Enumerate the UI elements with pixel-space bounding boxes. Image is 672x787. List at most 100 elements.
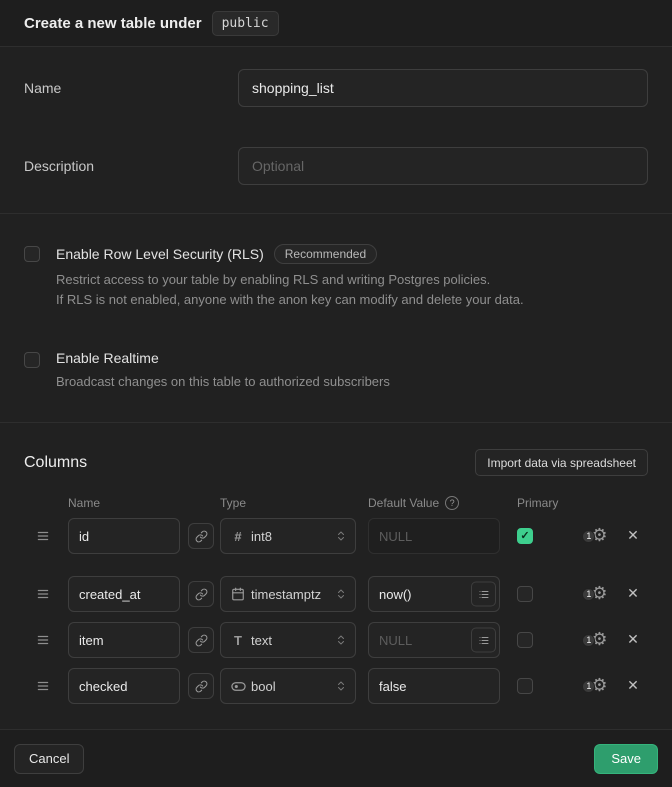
list-icon (478, 588, 490, 600)
header-primary: Primary (517, 496, 558, 510)
default-value-cell (368, 668, 500, 704)
link-icon (195, 530, 208, 543)
header-name: Name (68, 496, 220, 510)
header-type: Type (220, 496, 368, 510)
primary-checkbox[interactable] (517, 632, 533, 648)
primary-checkbox[interactable] (517, 678, 533, 694)
column-type-label: int8 (251, 529, 335, 544)
chevron-up-down-icon (335, 680, 347, 692)
column-name-input[interactable] (68, 576, 180, 612)
default-value-cell (368, 518, 500, 554)
name-input[interactable] (238, 69, 648, 107)
drag-handle-icon[interactable] (24, 633, 68, 647)
remove-column-button[interactable]: ✕ (621, 678, 645, 694)
primary-checkbox[interactable] (517, 528, 533, 544)
settings-count-badge: 1 (582, 530, 595, 543)
remove-column-button[interactable]: ✕ (621, 632, 645, 648)
page-title-text: Create a new table under (24, 15, 202, 32)
toggle-icon (229, 679, 247, 694)
primary-cell (517, 528, 577, 544)
rls-label-row: Enable Row Level Security (RLS) Recommen… (56, 244, 524, 264)
column-type-select[interactable]: bool (220, 668, 356, 704)
drag-handle-icon[interactable] (24, 587, 68, 601)
name-label: Name (24, 80, 238, 96)
drag-handle-icon[interactable] (24, 679, 68, 693)
primary-cell (517, 678, 577, 694)
rls-checkbox[interactable] (24, 246, 40, 262)
list-icon (478, 634, 490, 646)
foreign-key-link-button[interactable] (188, 673, 214, 699)
default-value-input[interactable] (368, 668, 500, 704)
realtime-checkbox[interactable] (24, 352, 40, 368)
columns-title: Columns (24, 454, 87, 472)
rls-toggle-row: Enable Row Level Security (RLS) Recommen… (24, 244, 648, 310)
column-name-input[interactable] (68, 518, 180, 554)
description-row: Description (24, 147, 648, 185)
chevron-up-down-icon (335, 634, 347, 646)
settings-count-badge: 1 (582, 634, 595, 647)
foreign-key-link-button[interactable] (188, 523, 214, 549)
remove-column-button[interactable]: ✕ (621, 528, 645, 544)
import-spreadsheet-button[interactable]: Import data via spreadsheet (475, 449, 648, 476)
rls-toggle-body: Enable Row Level Security (RLS) Recommen… (56, 244, 524, 310)
settings-count-badge: 1 (582, 588, 595, 601)
rls-label: Enable Row Level Security (RLS) (56, 246, 264, 262)
header-default-value-text: Default Value (368, 496, 439, 510)
column-settings-button[interactable]: 1 ⚙ (577, 677, 613, 695)
toggles-section: Enable Row Level Security (RLS) Recommen… (0, 214, 672, 423)
rls-description: Restrict access to your table by enablin… (56, 270, 524, 310)
columns-title-row: Columns Import data via spreadsheet (0, 449, 672, 476)
foreign-key-link-button[interactable] (188, 581, 214, 607)
columns-section: Columns Import data via spreadsheet Name… (0, 423, 672, 730)
drag-handle-icon[interactable] (24, 529, 68, 543)
calendar-icon (229, 587, 247, 601)
column-type-select[interactable]: # int8 (220, 518, 356, 554)
primary-checkbox[interactable] (517, 586, 533, 602)
default-value-input[interactable] (368, 518, 500, 554)
column-settings-button[interactable]: 1 ⚙ (577, 631, 613, 649)
foreign-key-link-button[interactable] (188, 627, 214, 653)
default-value-cell (368, 576, 500, 612)
column-type-label: bool (251, 679, 335, 694)
column-type-select[interactable]: T text (220, 622, 356, 658)
column-settings-button[interactable]: 1 ⚙ (577, 527, 613, 545)
rls-description-line2: If RLS is not enabled, anyone with the a… (56, 292, 524, 307)
link-icon (195, 634, 208, 647)
column-type-label: timestamptz (251, 587, 335, 602)
save-button[interactable]: Save (594, 744, 658, 774)
chevron-up-down-icon (335, 530, 347, 542)
realtime-label: Enable Realtime (56, 350, 159, 366)
column-type-label: text (251, 633, 335, 648)
general-section: Name Description (0, 47, 672, 214)
primary-cell (517, 586, 577, 602)
chevron-up-down-icon (335, 588, 347, 600)
cancel-button[interactable]: Cancel (14, 744, 84, 774)
realtime-label-row: Enable Realtime (56, 350, 390, 366)
column-name-input[interactable] (68, 622, 180, 658)
panel-footer: Cancel Save (0, 730, 672, 787)
column-type-select[interactable]: timestamptz (220, 576, 356, 612)
suggestions-list-button[interactable] (471, 582, 496, 607)
primary-cell (517, 632, 577, 648)
suggestions-list-button[interactable] (471, 628, 496, 653)
remove-column-button[interactable]: ✕ (621, 586, 645, 602)
column-settings-button[interactable]: 1 ⚙ (577, 585, 613, 603)
hash-icon: # (229, 529, 247, 544)
link-icon (195, 588, 208, 601)
description-input[interactable] (238, 147, 648, 185)
column-row: T text 1 ⚙ ✕ (0, 622, 672, 658)
columns-header-row: Name Type Default Value ? Primary (0, 496, 672, 510)
schema-badge: public (212, 11, 279, 36)
rls-description-line1: Restrict access to your table by enablin… (56, 272, 490, 287)
page-title: Create a new table under public (24, 11, 279, 36)
column-row: timestamptz 1 ⚙ ✕ (0, 576, 672, 612)
create-table-panel: Create a new table under public Name Des… (0, 0, 672, 787)
recommended-badge: Recommended (274, 244, 377, 264)
default-value-cell (368, 622, 500, 658)
text-icon: T (229, 633, 247, 648)
help-icon[interactable]: ? (445, 496, 459, 510)
column-name-input[interactable] (68, 668, 180, 704)
column-rows: # int8 1 ⚙ ✕ timest (0, 518, 672, 704)
name-row: Name (24, 69, 648, 107)
panel-header: Create a new table under public (0, 0, 672, 47)
